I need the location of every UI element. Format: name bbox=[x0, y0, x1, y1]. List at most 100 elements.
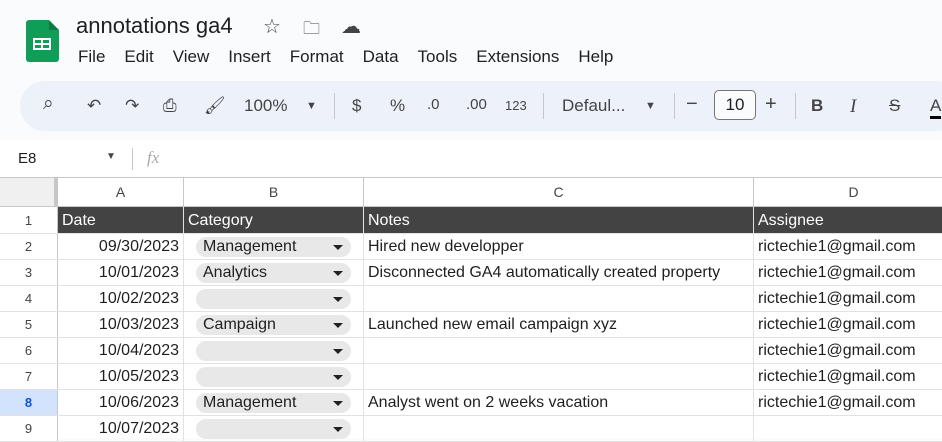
table-row: 3 10/01/2023 Analytics Disconnected GA4 … bbox=[0, 260, 942, 286]
chevron-down-icon[interactable]: ▼ bbox=[106, 151, 116, 162]
row-header[interactable]: 5 bbox=[0, 312, 58, 337]
assignee-cell[interactable]: rictechie1@gmail.com bbox=[754, 338, 942, 363]
header-cell-date[interactable]: Date bbox=[58, 207, 184, 233]
category-cell[interactable] bbox=[184, 364, 364, 389]
table-row: 4 10/02/2023 rictechie1@gmail.com bbox=[0, 286, 942, 312]
move-to-folder-icon[interactable]: 🗀 bbox=[303, 16, 320, 45]
category-dropdown[interactable] bbox=[196, 419, 351, 439]
date-cell[interactable]: 10/05/2023 bbox=[58, 364, 184, 389]
date-cell[interactable]: 10/06/2023 bbox=[58, 390, 184, 415]
category-dropdown[interactable]: Analytics bbox=[196, 263, 351, 283]
bold-button[interactable]: B bbox=[811, 96, 823, 116]
date-cell[interactable]: 10/07/2023 bbox=[58, 416, 184, 441]
row-header[interactable]: 6 bbox=[0, 338, 58, 363]
assignee-cell[interactable]: rictechie1@gmail.com bbox=[754, 312, 942, 337]
assignee-cell[interactable]: rictechie1@gmail.com bbox=[754, 260, 942, 285]
category-dropdown[interactable]: Campaign bbox=[196, 315, 351, 335]
menu-file[interactable]: File bbox=[78, 47, 105, 67]
category-dropdown[interactable] bbox=[196, 367, 351, 387]
paint-format-icon[interactable]: 🖌 bbox=[204, 96, 226, 116]
currency-button[interactable]: $ bbox=[352, 96, 361, 116]
text-color-button[interactable]: A bbox=[930, 96, 942, 119]
notes-cell[interactable]: Hired new developper bbox=[364, 234, 754, 259]
date-cell[interactable]: 09/30/2023 bbox=[58, 234, 184, 259]
notes-cell[interactable] bbox=[364, 416, 754, 441]
redo-icon[interactable]: ↷ bbox=[125, 96, 139, 116]
row-header[interactable]: 9 bbox=[0, 416, 58, 441]
notes-cell[interactable] bbox=[364, 286, 754, 311]
assignee-cell[interactable]: rictechie1@gmail.com bbox=[754, 286, 942, 311]
strikethrough-button[interactable]: S bbox=[889, 96, 900, 116]
date-cell[interactable]: 10/01/2023 bbox=[58, 260, 184, 285]
table-row: 6 10/04/2023 rictechie1@gmail.com bbox=[0, 338, 942, 364]
row-header[interactable]: 4 bbox=[0, 286, 58, 311]
header-cell-assignee[interactable]: Assignee bbox=[754, 207, 942, 233]
category-cell[interactable] bbox=[184, 338, 364, 363]
menu-data[interactable]: Data bbox=[363, 47, 399, 67]
category-cell[interactable]: Campaign bbox=[184, 312, 364, 337]
header-cell-notes[interactable]: Notes bbox=[364, 207, 754, 233]
menu-help[interactable]: Help bbox=[578, 47, 613, 67]
notes-cell[interactable]: Launched new email campaign xyz bbox=[364, 312, 754, 337]
table-row: 2 09/30/2023 Management Hired new develo… bbox=[0, 234, 942, 260]
select-all-corner[interactable] bbox=[0, 178, 58, 207]
row-header[interactable]: 3 bbox=[0, 260, 58, 285]
undo-icon[interactable]: ↶ bbox=[87, 96, 101, 116]
column-header-d[interactable]: D bbox=[754, 178, 942, 207]
font-size-input[interactable]: 10 bbox=[714, 90, 756, 120]
assignee-cell[interactable]: rictechie1@gmail.com bbox=[754, 234, 942, 259]
date-cell[interactable]: 10/04/2023 bbox=[58, 338, 184, 363]
assignee-cell[interactable]: rictechie1@gmail.com bbox=[754, 390, 942, 415]
date-cell[interactable]: 10/02/2023 bbox=[58, 286, 184, 311]
name-box[interactable]: E8 bbox=[18, 150, 36, 167]
category-cell[interactable]: Management bbox=[184, 234, 364, 259]
column-header-b[interactable]: B bbox=[184, 178, 364, 207]
search-icon[interactable]: ⌕ bbox=[43, 93, 54, 115]
category-dropdown[interactable] bbox=[196, 289, 351, 309]
date-cell[interactable]: 10/03/2023 bbox=[58, 312, 184, 337]
menu-insert[interactable]: Insert bbox=[228, 47, 271, 67]
number-format-button[interactable]: 123 bbox=[505, 98, 527, 113]
cloud-saved-icon[interactable]: ☁ bbox=[341, 14, 361, 39]
italic-button[interactable]: I bbox=[850, 96, 856, 118]
row-header[interactable]: 8 bbox=[0, 390, 58, 415]
star-icon[interactable]: ☆ bbox=[263, 14, 281, 39]
menu-format[interactable]: Format bbox=[290, 47, 344, 67]
font-select[interactable]: Defaul... bbox=[562, 96, 625, 116]
row-header[interactable]: 7 bbox=[0, 364, 58, 389]
zoom-select[interactable]: 100% bbox=[244, 96, 287, 116]
category-cell[interactable] bbox=[184, 416, 364, 441]
header-cell-category[interactable]: Category bbox=[184, 207, 364, 233]
document-title[interactable]: annotations ga4 bbox=[76, 13, 233, 39]
assignee-cell[interactable]: rictechie1@gmail.com bbox=[754, 364, 942, 389]
menu-tools[interactable]: Tools bbox=[418, 47, 458, 67]
chevron-down-icon[interactable]: ▼ bbox=[645, 100, 656, 112]
column-header-c[interactable]: C bbox=[364, 178, 754, 207]
menu-view[interactable]: View bbox=[173, 47, 210, 67]
notes-cell[interactable] bbox=[364, 364, 754, 389]
category-cell[interactable] bbox=[184, 286, 364, 311]
chevron-down-icon[interactable]: ▼ bbox=[306, 100, 317, 112]
notes-cell[interactable] bbox=[364, 338, 754, 363]
decrease-font-size-icon[interactable]: − bbox=[686, 93, 698, 116]
row-header[interactable]: 1 bbox=[0, 207, 58, 233]
decrease-decimal-button[interactable]: .0 bbox=[427, 96, 440, 113]
fx-icon: fx bbox=[147, 148, 160, 167]
increase-decimal-button[interactable]: .00 bbox=[466, 96, 487, 113]
increase-font-size-icon[interactable]: + bbox=[765, 93, 777, 116]
menu-extensions[interactable]: Extensions bbox=[476, 47, 559, 67]
notes-cell[interactable]: Analyst went on 2 weeks vacation bbox=[364, 390, 754, 415]
percent-button[interactable]: % bbox=[390, 96, 405, 116]
category-dropdown[interactable]: Management bbox=[196, 393, 351, 413]
assignee-cell[interactable] bbox=[754, 416, 942, 441]
print-icon[interactable]: ⎙ bbox=[163, 96, 177, 116]
category-dropdown[interactable] bbox=[196, 341, 351, 361]
menu-edit[interactable]: Edit bbox=[124, 47, 153, 67]
category-cell[interactable]: Analytics bbox=[184, 260, 364, 285]
row-header[interactable]: 2 bbox=[0, 234, 58, 259]
category-dropdown[interactable]: Management bbox=[196, 237, 351, 257]
column-header-a[interactable]: A bbox=[58, 178, 184, 207]
sheets-logo[interactable] bbox=[26, 20, 59, 62]
category-cell[interactable]: Management bbox=[184, 390, 364, 415]
notes-cell[interactable]: Disconnected GA4 automatically created p… bbox=[364, 260, 754, 285]
